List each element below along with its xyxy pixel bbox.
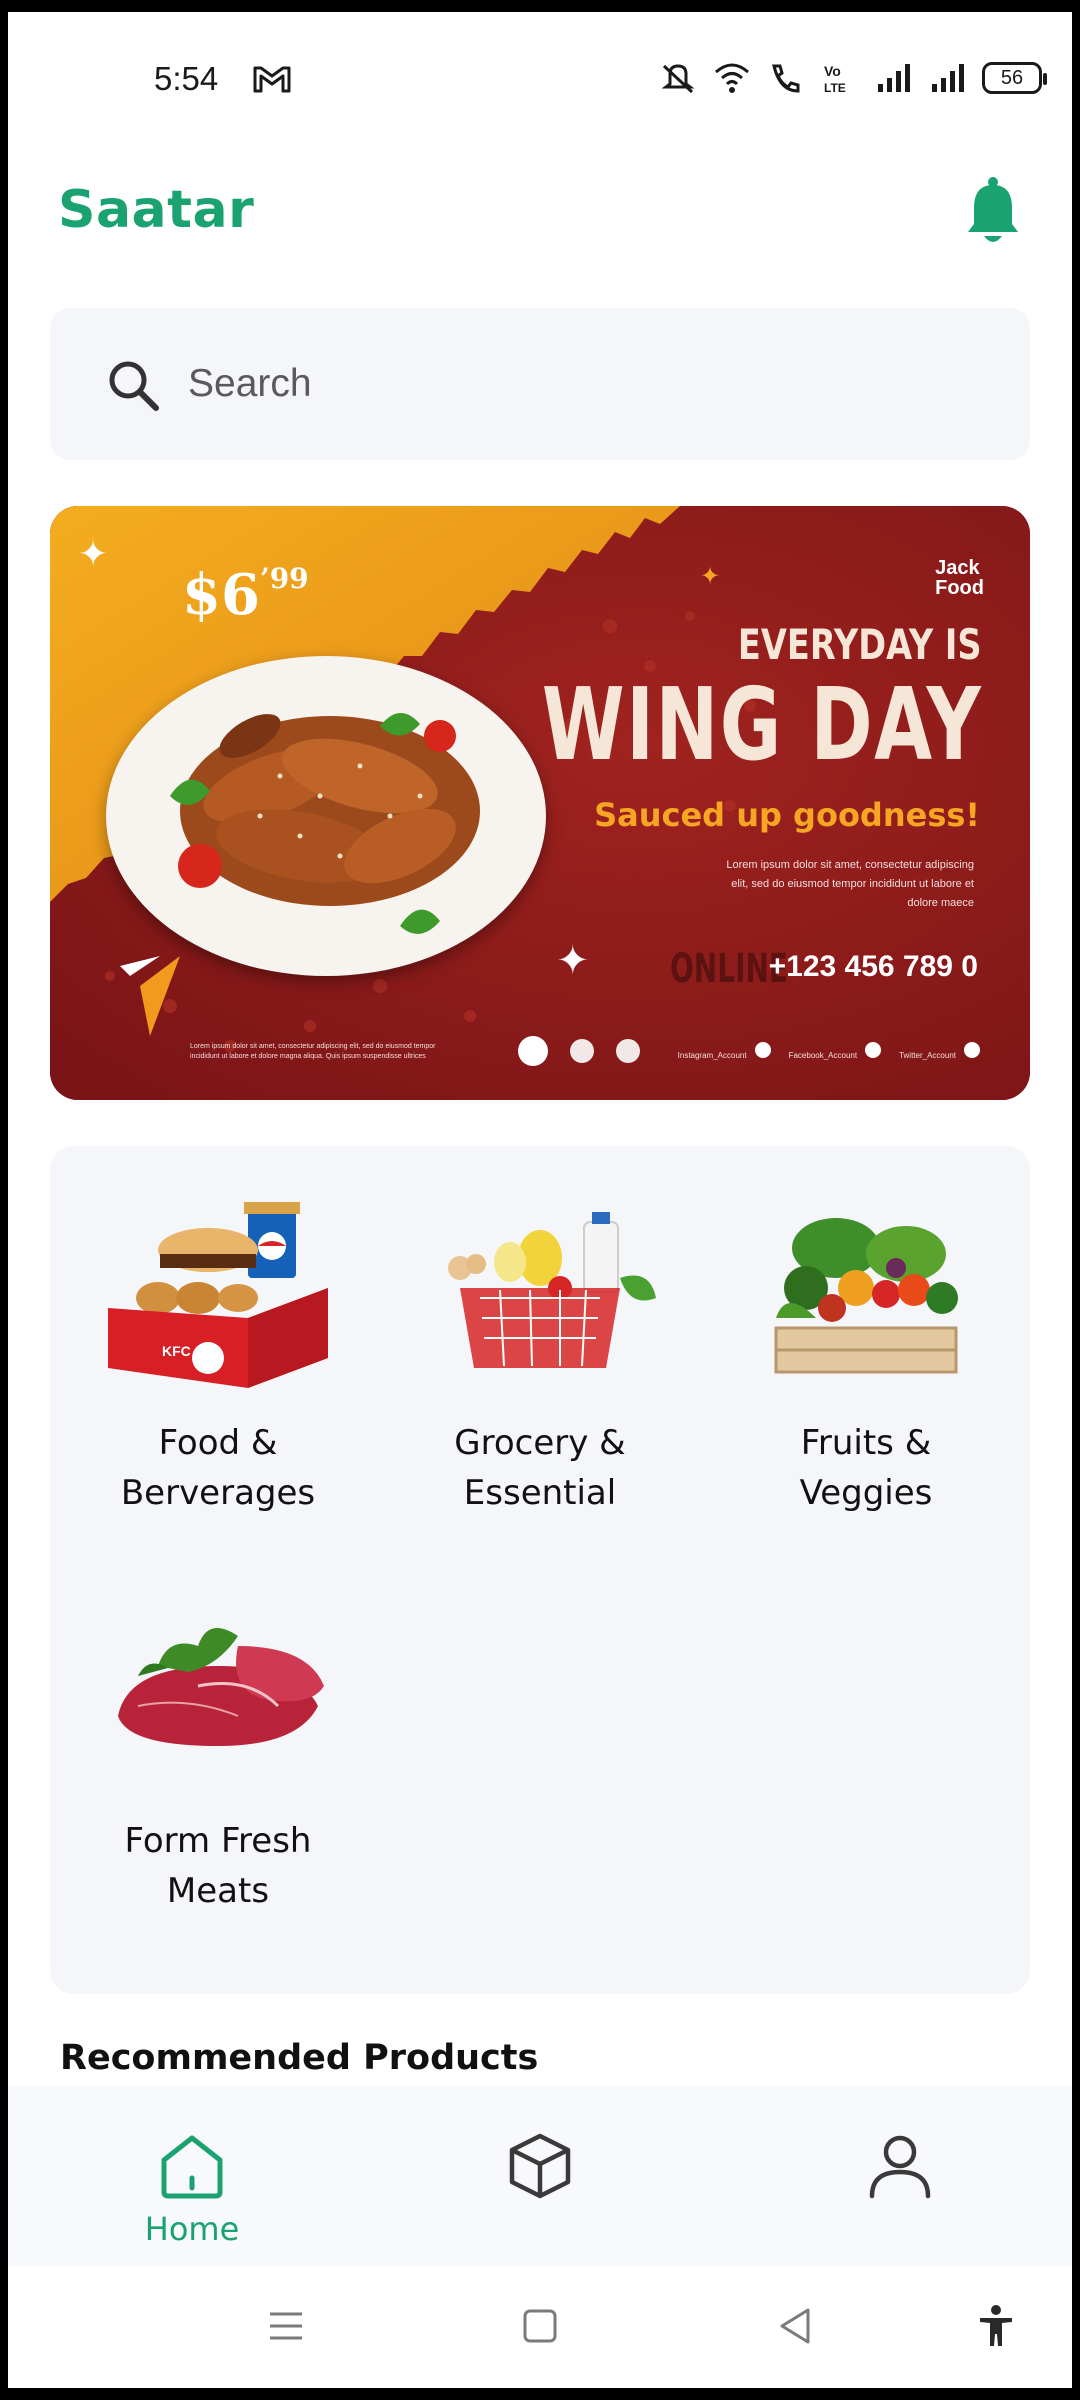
menu-icon[interactable] bbox=[262, 2302, 310, 2350]
category-label: Grocery & Essential bbox=[454, 1423, 626, 1513]
notification-bell-icon[interactable] bbox=[966, 176, 1020, 246]
promo-banner[interactable]: $6’99 ✦ ✦ ✦ Jack Food EVERYDAY IS WING DA… bbox=[50, 506, 1030, 1100]
bottom-navigation: Home bbox=[8, 2086, 1072, 2266]
banner-body-text: Lorem ipsum dolor sit amet, consectetur … bbox=[726, 859, 974, 909]
grocery-basket-image bbox=[448, 1212, 656, 1368]
category-label: Food & Berverages bbox=[120, 1423, 316, 1513]
gmail-icon bbox=[253, 66, 291, 93]
facebook-icon bbox=[865, 1042, 882, 1058]
nav-profile[interactable] bbox=[864, 2130, 936, 2206]
signal-2-icon bbox=[932, 64, 964, 92]
home-square-icon[interactable] bbox=[516, 2302, 564, 2350]
accessibility-icon[interactable] bbox=[972, 2302, 1020, 2350]
banner-phone: +123 456 789 0 bbox=[768, 950, 978, 983]
battery-indicator: 56 bbox=[982, 62, 1047, 94]
wifi-call-icon bbox=[772, 64, 800, 93]
search-bar[interactable] bbox=[50, 308, 1030, 460]
chicken-wings-image bbox=[170, 712, 480, 934]
brand-title: Saatar bbox=[58, 180, 255, 240]
instagram-icon bbox=[754, 1042, 771, 1058]
signal-1-icon bbox=[878, 64, 910, 92]
svg-text:KFC: KFC bbox=[162, 1343, 191, 1359]
banner-price: $6’99 bbox=[182, 562, 309, 628]
volte-icon: Vo LTE bbox=[824, 63, 846, 95]
status-time: 5:54 bbox=[154, 60, 219, 97]
category-label: Fruits & Veggies bbox=[799, 1423, 933, 1513]
svg-text:LTE: LTE bbox=[824, 81, 846, 95]
category-farm-fresh-meats[interactable]: Form Fresh Meats bbox=[68, 1596, 368, 1916]
brand-logo: Jack Food bbox=[935, 557, 984, 599]
mute-icon bbox=[661, 64, 695, 94]
twitter-icon bbox=[964, 1042, 980, 1058]
back-triangle-icon[interactable] bbox=[772, 2302, 820, 2350]
instagram-handle: Instagram_Account bbox=[678, 1042, 771, 1060]
carousel-dot[interactable] bbox=[570, 1039, 594, 1063]
banner-tagline: Sauced up goodness! bbox=[594, 796, 980, 834]
category-food-beverages[interactable]: KFC Food & Berverages bbox=[68, 1198, 368, 1518]
system-navigation-bar bbox=[8, 2266, 1072, 2388]
sparkle-icon: ✦ bbox=[78, 534, 109, 575]
home-icon bbox=[161, 2135, 223, 2199]
sparkle-icon: ✦ bbox=[700, 562, 721, 590]
user-icon bbox=[869, 2135, 931, 2199]
carousel-dot[interactable] bbox=[518, 1036, 548, 1066]
svg-text:Vo: Vo bbox=[824, 63, 841, 79]
banner-headline-2: WING DAY bbox=[541, 666, 982, 783]
banner-footer-text: Lorem ipsum dolor sit amet, consectetur … bbox=[190, 1043, 436, 1060]
category-fruits-veggies[interactable]: Fruits & Veggies bbox=[716, 1198, 1016, 1518]
status-bar: 5:54 Vo LTE 56 bbox=[8, 12, 1072, 152]
app-screen: 5:54 Vo LTE 56 Saatar Search $6’99 ✦ ✦ ✦… bbox=[8, 12, 1072, 2388]
nav-orders[interactable] bbox=[504, 2130, 576, 2206]
fast-food-box-image: KFC bbox=[108, 1202, 328, 1388]
carousel-dot[interactable] bbox=[616, 1039, 640, 1063]
category-label: Form Fresh Meats bbox=[124, 1821, 312, 1911]
sparkle-icon: ✦ bbox=[556, 938, 590, 984]
nav-home[interactable]: Home bbox=[132, 2130, 252, 2248]
banner-social-links: Instagram_Account Facebook_Account Twitt… bbox=[678, 1042, 980, 1060]
carousel-indicator bbox=[518, 1036, 640, 1066]
search-input[interactable] bbox=[188, 348, 968, 420]
status-icons: Vo LTE 56 bbox=[658, 60, 1047, 96]
search-icon bbox=[109, 361, 159, 411]
twitter-handle: Twitter_Account bbox=[899, 1042, 980, 1060]
box-icon bbox=[509, 2133, 571, 2199]
nav-home-label: Home bbox=[144, 2210, 240, 2248]
recommended-products-heading: Recommended Products bbox=[60, 2038, 539, 2078]
facebook-handle: Facebook_Account bbox=[789, 1042, 882, 1060]
vegetable-crate-image bbox=[774, 1218, 958, 1374]
wifi-icon bbox=[715, 63, 749, 93]
category-grocery-essential[interactable]: Grocery & Essential bbox=[390, 1198, 690, 1518]
category-grid: KFC Food & Berverages Grocery & Essential bbox=[50, 1146, 1030, 1994]
raw-meat-image bbox=[118, 1628, 324, 1746]
banner-headline-1: EVERYDAY IS bbox=[738, 620, 982, 669]
